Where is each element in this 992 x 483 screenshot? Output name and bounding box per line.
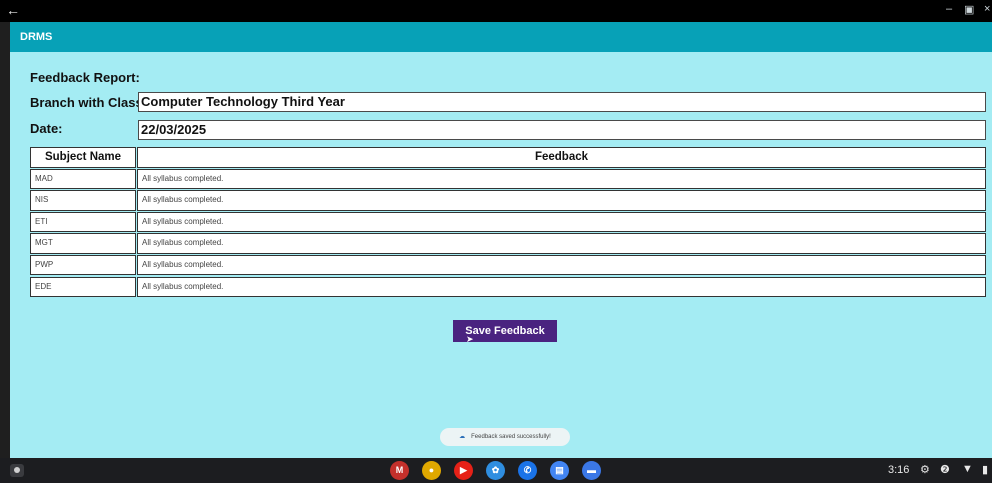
minimize-icon[interactable]: – xyxy=(946,3,952,15)
taskbar: M ● ▶ ✿ ✆ ▤ ▬ 3:16 ⚙ ❷ ▼ ▮ xyxy=(0,458,992,483)
subject-cell[interactable]: PWP xyxy=(30,254,136,276)
photos-icon[interactable]: ✿ xyxy=(486,461,505,480)
subject-cell[interactable]: MGT xyxy=(30,233,136,254)
feedback-column-header: Feedback xyxy=(137,147,986,168)
subject-cell[interactable]: NIS xyxy=(30,190,136,211)
toast-notification: ☁ Feedback saved successfully! xyxy=(440,428,570,446)
table-row: MAD All syllabus completed. xyxy=(30,168,986,191)
feedback-cell[interactable]: All syllabus completed. xyxy=(137,233,986,254)
close-icon[interactable]: × xyxy=(984,3,990,15)
subject-cell[interactable]: EDE xyxy=(30,276,136,298)
feedback-cell[interactable]: All syllabus completed. xyxy=(137,254,986,276)
toast-message: Feedback saved successfully! xyxy=(471,434,551,440)
feedback-form: Feedback Report: Branch with Class: Comp… xyxy=(10,52,992,458)
date-label: Date: xyxy=(30,121,63,136)
subject-column-header: Subject Name xyxy=(30,147,136,168)
feedback-cell[interactable]: All syllabus completed. xyxy=(137,211,986,233)
wifi-icon[interactable]: ▼ xyxy=(962,463,973,475)
toast-cloud-icon: ☁ xyxy=(459,434,466,440)
clock[interactable]: 3:16 xyxy=(888,464,909,476)
table-header-row: Subject Name Feedback xyxy=(30,147,986,169)
table-row: NIS All syllabus completed. xyxy=(30,190,986,212)
window-titlebar: ← – ▣ × xyxy=(0,0,992,22)
chat-icon[interactable]: ▬ xyxy=(582,461,601,480)
messages-icon[interactable]: ▤ xyxy=(550,461,569,480)
gmail-icon[interactable]: M xyxy=(390,461,409,480)
back-arrow-icon[interactable]: ← xyxy=(6,2,20,18)
branch-field[interactable]: Computer Technology Third Year xyxy=(138,92,986,112)
table-row: EDE All syllabus completed. xyxy=(30,276,986,299)
app-bar: DRMS xyxy=(10,22,992,52)
form-heading: Feedback Report: xyxy=(30,70,140,85)
app-title: DRMS xyxy=(20,31,53,43)
maximize-icon[interactable]: ▣ xyxy=(964,3,974,16)
table-row: MGT All syllabus completed. xyxy=(30,233,986,255)
mouse-cursor-icon: ➤ xyxy=(466,334,474,344)
settings-icon[interactable]: ⚙ xyxy=(920,463,930,476)
table-row: PWP All syllabus completed. xyxy=(30,254,986,277)
subject-cell[interactable]: ETI xyxy=(30,211,136,233)
branch-label: Branch with Class: xyxy=(30,95,148,110)
subject-cell[interactable]: MAD xyxy=(30,168,136,190)
chrome-icon[interactable]: ● xyxy=(422,461,441,480)
notification-icon[interactable]: ❷ xyxy=(940,463,950,476)
feedback-table: Subject Name Feedback MAD All syllabus c… xyxy=(30,147,986,298)
launcher-icon[interactable] xyxy=(10,464,24,477)
youtube-icon[interactable]: ▶ xyxy=(454,461,473,480)
feedback-cell[interactable]: All syllabus completed. xyxy=(137,276,986,298)
battery-icon[interactable]: ▮ xyxy=(982,463,988,476)
phone-icon[interactable]: ✆ xyxy=(518,461,537,480)
feedback-cell[interactable]: All syllabus completed. xyxy=(137,168,986,190)
date-field[interactable]: 22/03/2025 xyxy=(138,120,986,140)
table-row: ETI All syllabus completed. xyxy=(30,211,986,234)
feedback-cell[interactable]: All syllabus completed. xyxy=(137,190,986,211)
